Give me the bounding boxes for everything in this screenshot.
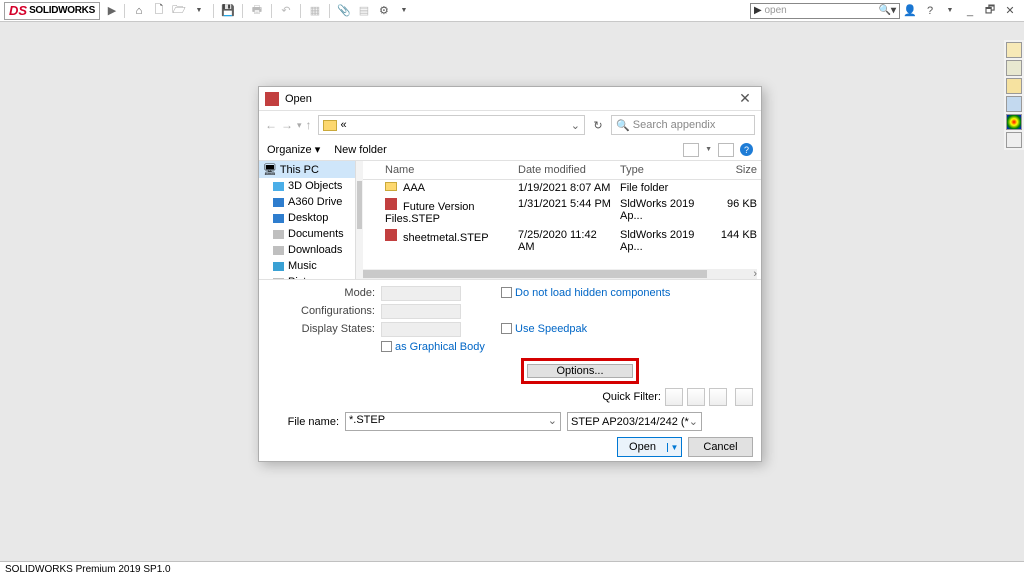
list-scrollbar[interactable]: ‹› <box>363 269 757 279</box>
taskpane-custom-icon[interactable] <box>1006 132 1022 148</box>
quick-filter-label: Quick Filter: <box>602 391 661 403</box>
organize-button[interactable]: Organize ▾ <box>267 143 320 156</box>
preview-pane-icon[interactable] <box>718 143 734 157</box>
open-button[interactable]: Open▼ <box>617 437 682 457</box>
filter-assembly-icon[interactable] <box>687 388 705 406</box>
dialog-help-icon[interactable]: ? <box>740 143 753 156</box>
solidworks-logo: DSSOLIDWORKS <box>4 2 100 20</box>
dialog-search-input[interactable]: 🔍 Search appendix <box>611 115 755 135</box>
gear-dropdown-icon[interactable]: ▼ <box>395 2 413 20</box>
nav-fwd-icon[interactable]: → <box>281 118 293 132</box>
home-icon[interactable]: ⌂ <box>130 2 148 20</box>
search-icon[interactable]: 🔍▾ <box>879 5 896 16</box>
nav-back-icon[interactable]: ← <box>265 118 277 132</box>
config-label: Configurations: <box>267 305 381 317</box>
nav-tree: 🖥 This PC 3D ObjectsA360 DriveDesktopDoc… <box>259 161 355 279</box>
tree-item[interactable]: Music <box>259 258 355 274</box>
taskpane-resources-icon[interactable] <box>1006 60 1022 76</box>
as-graphical-body-checkbox[interactable]: as Graphical Body <box>381 341 485 353</box>
displaystates-dropdown[interactable] <box>381 322 461 337</box>
nav-recent-icon[interactable]: ▾ <box>297 120 302 131</box>
file-name-label: File name: <box>267 416 339 428</box>
config-dropdown[interactable] <box>381 304 461 319</box>
taskpane-explorer-icon[interactable] <box>1006 96 1022 112</box>
use-speedpak-checkbox[interactable]: Use Speedpak <box>501 323 587 335</box>
save-icon[interactable]: 💾 <box>219 2 237 20</box>
help-dropdown-icon[interactable]: ▼ <box>941 2 959 20</box>
col-name[interactable]: Name <box>363 161 514 179</box>
restore-icon[interactable]: 🗗 <box>981 2 999 20</box>
file-name-input[interactable]: *.STEP⌄ <box>345 412 561 431</box>
dialog-icon <box>265 92 279 106</box>
tree-item[interactable]: Desktop <box>259 210 355 226</box>
dialog-title: Open <box>285 93 312 105</box>
tree-item[interactable]: Documents <box>259 226 355 242</box>
address-bar[interactable]: « ⌄ <box>318 115 585 135</box>
minimize-icon[interactable]: _ <box>961 2 979 20</box>
file-list: Name Date modified Type Size AAA1/19/202… <box>363 161 761 279</box>
app-toolbar: DSSOLIDWORKS ▶ ⌂ 🗋 🗁 ▼ 💾 🖶 ↶ ▦ 📎 ▤ ⚙ ▼ ▶… <box>0 0 1024 22</box>
taskpane-home-icon[interactable] <box>1006 42 1022 58</box>
dropdown-icon[interactable]: ▼ <box>190 2 208 20</box>
list-item[interactable]: AAA1/19/2021 8:07 AMFile folder <box>363 180 761 196</box>
view-layout-icon[interactable] <box>683 143 699 157</box>
rebuild-icon[interactable]: ▦ <box>306 2 324 20</box>
tree-item[interactable]: A360 Drive <box>259 194 355 210</box>
attach-icon[interactable]: 📎 <box>335 2 353 20</box>
list-item[interactable]: Future Version Files.STEP1/31/2021 5:44 … <box>363 196 761 227</box>
cancel-button[interactable]: Cancel <box>688 437 753 457</box>
list-item[interactable]: sheetmetal.STEP7/25/2020 11:42 AMSldWork… <box>363 227 761 255</box>
col-type[interactable]: Type <box>616 161 706 179</box>
taskpane-library-icon[interactable] <box>1006 78 1022 94</box>
chevron-down-icon[interactable]: ⌄ <box>571 119 580 132</box>
undo-icon[interactable]: ↶ <box>277 2 295 20</box>
new-folder-button[interactable]: New folder <box>334 144 387 156</box>
user-icon[interactable]: 👤 <box>901 2 919 20</box>
dialog-titlebar: Open ✕ <box>259 87 761 111</box>
form-icon[interactable]: ▤ <box>355 2 373 20</box>
col-date[interactable]: Date modified <box>514 161 616 179</box>
tree-item[interactable]: Pictures <box>259 274 355 279</box>
tree-header-this-pc[interactable]: 🖥 This PC <box>259 161 355 178</box>
filter-drawing-icon[interactable] <box>709 388 727 406</box>
mode-dropdown[interactable] <box>381 286 461 301</box>
options-highlight: Options... <box>521 358 639 384</box>
close-app-icon[interactable]: ✕ <box>1001 2 1019 20</box>
file-type-dropdown[interactable]: STEP AP203/214/242 (*.step;*.st⌄ <box>567 412 702 431</box>
mode-label: Mode: <box>267 287 381 299</box>
filter-part-icon[interactable] <box>665 388 683 406</box>
folder-icon <box>323 120 337 131</box>
help-icon[interactable]: ? <box>921 2 939 20</box>
open-icon[interactable]: 🗁 <box>170 2 188 20</box>
taskpane-appearance-icon[interactable] <box>1006 114 1022 130</box>
task-pane-tabs <box>1004 40 1024 150</box>
new-icon[interactable]: 🗋 <box>150 2 168 20</box>
displaystates-label: Display States: <box>267 323 381 335</box>
status-bar: SOLIDWORKS Premium 2019 SP1.0 <box>0 561 1024 576</box>
filter-toplevel-icon[interactable] <box>735 388 753 406</box>
nav-up-icon[interactable]: ↑ <box>306 118 312 132</box>
open-dropdown-icon[interactable]: ▼ <box>667 443 681 452</box>
tree-item[interactable]: Downloads <box>259 242 355 258</box>
close-icon[interactable]: ✕ <box>735 90 755 107</box>
tree-scrollbar[interactable] <box>355 161 363 279</box>
col-size[interactable]: Size <box>706 161 761 179</box>
open-dialog: Open ✕ ← → ▾ ↑ « ⌄ ↻ 🔍 Search appendix O… <box>258 86 762 462</box>
no-load-hidden-checkbox[interactable]: Do not load hidden components <box>501 287 670 299</box>
options-button[interactable]: Options... <box>527 364 633 378</box>
print-icon[interactable]: 🖶 <box>248 2 266 20</box>
command-search-input[interactable]: ▶ open 🔍▾ <box>750 3 900 19</box>
tree-item[interactable]: 3D Objects <box>259 178 355 194</box>
refresh-icon[interactable]: ↻ <box>591 119 605 132</box>
gear-icon[interactable]: ⚙ <box>375 2 393 20</box>
menu-expand-icon[interactable]: ▶ <box>104 4 120 17</box>
